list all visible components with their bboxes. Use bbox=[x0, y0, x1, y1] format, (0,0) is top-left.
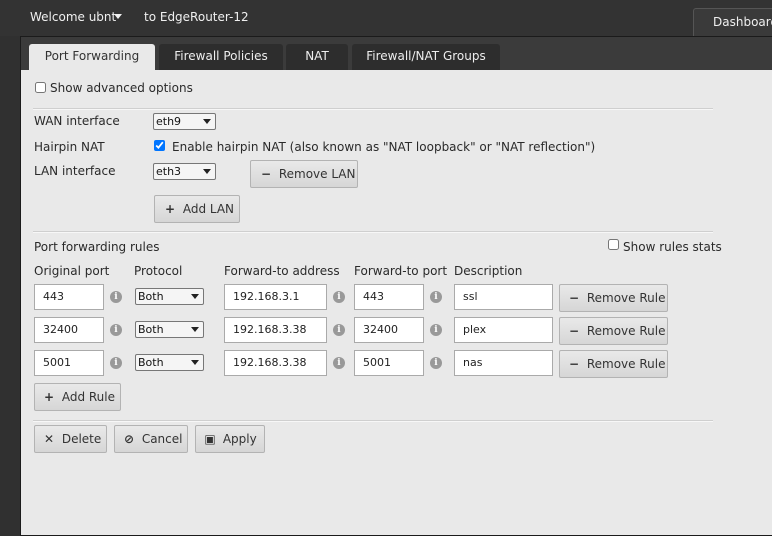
protocol-select[interactable]: Both bbox=[135, 321, 204, 338]
add-rule-button[interactable]: + Add Rule bbox=[34, 383, 121, 411]
chevron-down-icon bbox=[191, 327, 199, 332]
description-input[interactable]: plex bbox=[454, 317, 553, 343]
chevron-down-icon[interactable] bbox=[114, 14, 122, 19]
info-icon[interactable]: i bbox=[110, 357, 122, 369]
show-rules-stats-checkbox[interactable] bbox=[608, 239, 619, 250]
description-input[interactable]: nas bbox=[454, 350, 553, 376]
lan-interface-select[interactable]: eth3 bbox=[153, 163, 216, 180]
forward-address-input[interactable]: 192.168.3.38 bbox=[224, 350, 327, 376]
plus-icon: + bbox=[43, 390, 55, 404]
chevron-down-icon bbox=[203, 119, 211, 124]
delete-label: Delete bbox=[61, 432, 102, 446]
info-icon[interactable]: i bbox=[110, 324, 122, 336]
protocol-select[interactable]: Both bbox=[135, 354, 204, 371]
firewall-nat-window: Port Forwarding Firewall Policies NAT Fi… bbox=[20, 36, 772, 536]
tab-firewall-nat-groups[interactable]: Firewall/NAT Groups bbox=[352, 44, 500, 70]
add-rule-label: Add Rule bbox=[61, 390, 115, 404]
minus-icon: − bbox=[568, 324, 580, 338]
original-port-input[interactable]: 5001 bbox=[34, 350, 104, 376]
header-original-port: Original port bbox=[34, 264, 110, 278]
cancel-button[interactable]: ⊘ Cancel bbox=[114, 425, 188, 453]
remove-lan-label: Remove LAN bbox=[278, 167, 356, 181]
show-advanced-checkbox[interactable] bbox=[35, 82, 46, 93]
forward-port-input[interactable]: 5001 bbox=[354, 350, 424, 376]
header-description: Description bbox=[454, 264, 523, 278]
tab-port-forwarding[interactable]: Port Forwarding bbox=[29, 44, 155, 70]
close-icon: ✕ bbox=[43, 432, 55, 446]
delete-button[interactable]: ✕ Delete bbox=[34, 425, 107, 453]
lan-interface-value: eth3 bbox=[156, 165, 182, 178]
tab-nat[interactable]: NAT bbox=[286, 44, 348, 70]
tab-firewall-policies[interactable]: Firewall Policies bbox=[159, 44, 283, 70]
minus-icon: − bbox=[260, 167, 272, 181]
info-icon[interactable]: i bbox=[333, 357, 345, 369]
protocol-select[interactable]: Both bbox=[135, 288, 204, 305]
protocol-value: Both bbox=[138, 323, 164, 336]
minus-icon: − bbox=[568, 357, 580, 371]
original-port-input[interactable]: 443 bbox=[34, 284, 104, 310]
header-protocol: Protocol bbox=[134, 264, 183, 278]
wan-interface-label: WAN interface bbox=[34, 114, 120, 128]
tab-dashboard[interactable]: Dashboard bbox=[693, 8, 772, 36]
info-icon[interactable]: i bbox=[430, 291, 442, 303]
forward-port-input[interactable]: 443 bbox=[354, 284, 424, 310]
cancel-label: Cancel bbox=[141, 432, 183, 446]
divider bbox=[33, 420, 713, 422]
description-input[interactable]: ssl bbox=[454, 284, 553, 310]
forward-port-input[interactable]: 32400 bbox=[354, 317, 424, 343]
info-icon[interactable]: i bbox=[110, 291, 122, 303]
device-name: to EdgeRouter-12 bbox=[144, 10, 249, 24]
minus-icon: − bbox=[568, 291, 580, 305]
forward-address-input[interactable]: 192.168.3.38 bbox=[224, 317, 327, 343]
chevron-down-icon bbox=[203, 169, 211, 174]
remove-rule-label: Remove Rule bbox=[586, 324, 666, 338]
remove-rule-button[interactable]: − Remove Rule bbox=[559, 317, 668, 345]
wan-interface-select[interactable]: eth9 bbox=[153, 113, 216, 130]
tab-bar: Port Forwarding Firewall Policies NAT Fi… bbox=[21, 37, 772, 70]
save-icon: ▣ bbox=[204, 432, 216, 446]
show-rules-stats-label: Show rules stats bbox=[623, 240, 722, 254]
forward-address-input[interactable]: 192.168.3.1 bbox=[224, 284, 327, 310]
add-lan-label: Add LAN bbox=[182, 202, 235, 216]
divider bbox=[33, 108, 713, 110]
apply-button[interactable]: ▣ Apply bbox=[195, 425, 265, 453]
add-lan-button[interactable]: + Add LAN bbox=[154, 195, 240, 223]
hairpin-nat-description: Enable hairpin NAT (also known as "NAT l… bbox=[172, 140, 596, 154]
top-bar: Welcome ubnt to EdgeRouter-12 Dashboard bbox=[0, 0, 772, 36]
chevron-down-icon bbox=[191, 294, 199, 299]
protocol-value: Both bbox=[138, 290, 164, 303]
info-icon[interactable]: i bbox=[430, 324, 442, 336]
original-port-input[interactable]: 32400 bbox=[34, 317, 104, 343]
header-forward-to-port: Forward-to port bbox=[354, 264, 448, 278]
protocol-value: Both bbox=[138, 356, 164, 369]
chevron-down-icon bbox=[191, 360, 199, 365]
remove-lan-button[interactable]: − Remove LAN bbox=[250, 160, 358, 188]
header-forward-to-address: Forward-to address bbox=[224, 264, 340, 278]
remove-rule-label: Remove Rule bbox=[586, 357, 666, 371]
info-icon[interactable]: i bbox=[430, 357, 442, 369]
port-forwarding-rules-title: Port forwarding rules bbox=[34, 240, 160, 254]
remove-rule-label: Remove Rule bbox=[586, 291, 666, 305]
plus-icon: + bbox=[164, 202, 176, 216]
hairpin-nat-checkbox[interactable] bbox=[154, 140, 165, 151]
apply-label: Apply bbox=[222, 432, 257, 446]
info-icon[interactable]: i bbox=[333, 291, 345, 303]
welcome-user-menu[interactable]: Welcome ubnt bbox=[30, 10, 116, 24]
remove-rule-button[interactable]: − Remove Rule bbox=[559, 284, 668, 312]
info-icon[interactable]: i bbox=[333, 324, 345, 336]
remove-rule-button[interactable]: − Remove Rule bbox=[559, 350, 668, 378]
show-advanced-label: Show advanced options bbox=[50, 81, 193, 95]
divider bbox=[33, 231, 713, 233]
hairpin-nat-label: Hairpin NAT bbox=[34, 140, 105, 154]
wan-interface-value: eth9 bbox=[156, 115, 182, 128]
lan-interface-label: LAN interface bbox=[34, 164, 116, 178]
cancel-icon: ⊘ bbox=[123, 432, 135, 446]
